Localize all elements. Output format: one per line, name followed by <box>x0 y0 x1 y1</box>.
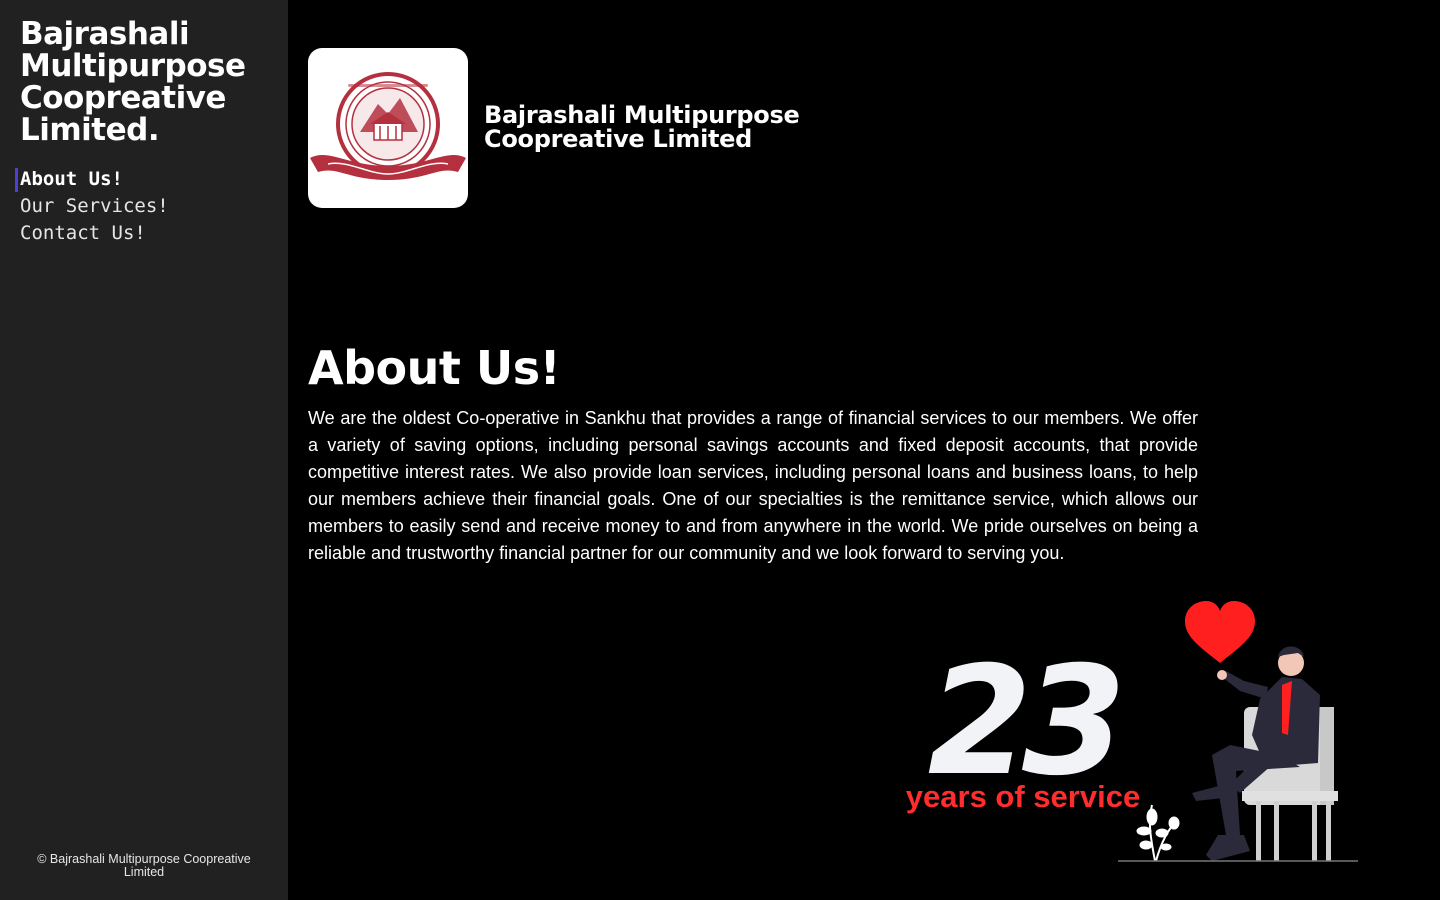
nav-item-about[interactable]: About Us! <box>15 166 169 193</box>
nav-item-contact[interactable]: Contact Us! <box>20 220 169 247</box>
heart-icon <box>1185 601 1255 663</box>
sidebar: Bajrashali Multipurpose Coopreative Limi… <box>0 0 288 900</box>
footer-copyright: © Bajrashali Multipurpose Coopreative Li… <box>37 852 251 879</box>
about-heading: About Us! <box>308 341 561 395</box>
organization-name: Bajrashali Multipurpose Coopreative Limi… <box>484 101 800 153</box>
years-label: years of service <box>906 779 1140 814</box>
about-description: We are the oldest Co-operative in Sankhu… <box>308 408 1198 563</box>
seated-person-icon <box>1192 646 1338 861</box>
sidebar-nav: About Us! Our Services! Contact Us! <box>15 166 169 247</box>
nav-item-services[interactable]: Our Services! <box>20 193 169 220</box>
plant-icon <box>1136 804 1180 862</box>
brand-title: Bajrashali Multipurpose Coopreative Limi… <box>20 16 246 148</box>
cooperative-seal-logo-icon <box>308 48 468 208</box>
years-of-service-illustration: 23 years of service <box>900 595 1370 875</box>
